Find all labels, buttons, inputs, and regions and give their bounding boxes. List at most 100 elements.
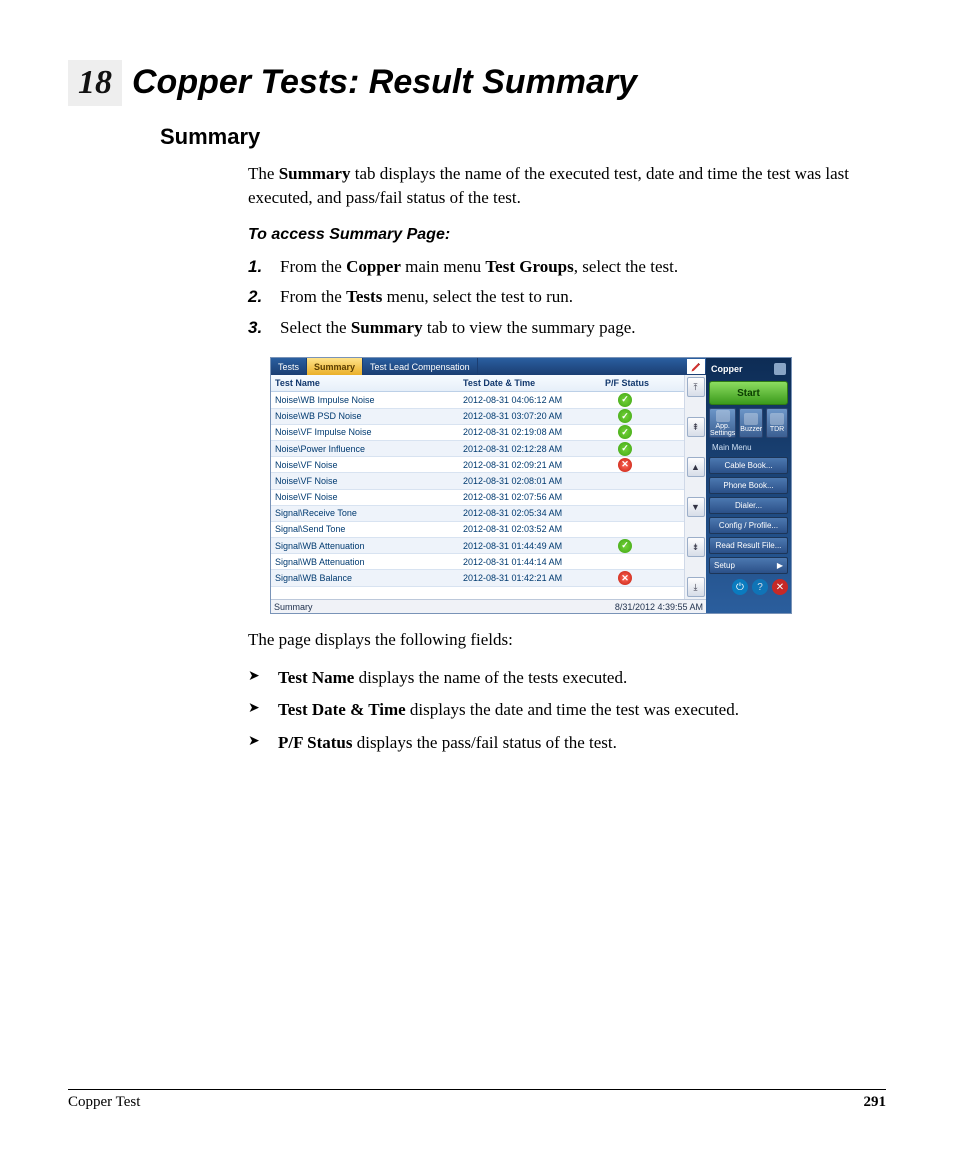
buzzer-button[interactable]: Buzzer [739, 408, 763, 438]
step-2-text2: menu, select the test to run. [382, 287, 573, 306]
table-row[interactable]: Signal\WB Attenuation2012-08-31 01:44:49… [271, 538, 684, 554]
table-row[interactable]: Noise\VF Noise2012-08-31 02:08:01 AM [271, 473, 684, 489]
scroll-top-icon[interactable]: ⤒ [687, 377, 705, 397]
step-1: From the Copper main menu Test Groups, s… [248, 252, 858, 283]
menu-heading: Main Menu [709, 441, 788, 454]
buzzer-label: Buzzer [740, 426, 762, 433]
cell-test-name: Noise\WB Impulse Noise [271, 395, 459, 405]
intro-bold: Summary [279, 164, 351, 183]
scroll-bottom-icon[interactable]: ⤓ [687, 577, 705, 597]
cell-test-date: 2012-08-31 02:05:34 AM [459, 508, 595, 518]
statusbar-right: 8/31/2012 4:39:55 AM [615, 602, 703, 612]
pass-icon: ✓ [618, 539, 632, 553]
cell-test-name: Noise\WB PSD Noise [271, 411, 459, 421]
section-title: Summary [160, 124, 886, 150]
tdr-label: TDR [770, 426, 784, 433]
menu-cable-book[interactable]: Cable Book... [709, 457, 788, 474]
close-icon[interactable]: ✕ [772, 579, 788, 595]
cell-pf-status: ✕ [595, 458, 659, 472]
cell-test-date: 2012-08-31 02:19:08 AM [459, 427, 595, 437]
cell-pf-status: ✓ [595, 539, 659, 553]
cell-test-date: 2012-08-31 02:07:56 AM [459, 492, 595, 502]
side-title: Copper [711, 364, 743, 374]
table-row[interactable]: Noise\VF Noise2012-08-31 02:09:21 AM✕ [271, 457, 684, 473]
menu-phone-book[interactable]: Phone Book... [709, 477, 788, 494]
tdr-icon [770, 413, 784, 425]
cell-test-date: 2012-08-31 02:12:28 AM [459, 444, 595, 454]
fields-intro: The page displays the following fields: [248, 628, 858, 652]
menu-config-profile[interactable]: Config / Profile... [709, 517, 788, 534]
gear-icon[interactable] [774, 363, 786, 375]
field-2-text: displays the date and time the test was … [406, 700, 739, 719]
app-settings-button[interactable]: App. Settings [709, 408, 736, 438]
field-item-pf-status: P/F Status displays the pass/fail status… [248, 727, 858, 759]
device-screenshot: Tests Summary Test Lead Compensation Tes… [270, 357, 792, 614]
field-1-text: displays the name of the tests executed. [354, 668, 627, 687]
cell-test-name: Signal\Receive Tone [271, 508, 459, 518]
scrollbar[interactable]: ⤒ ⇞ ▲ ▼ ⇟ ⤓ [684, 375, 706, 599]
col-test-name: Test Name [271, 378, 459, 388]
field-2-bold: Test Date & Time [278, 700, 406, 719]
intro-paragraph: The Summary tab displays the name of the… [248, 162, 858, 210]
step-3: Select the Summary tab to view the summa… [248, 313, 858, 344]
cell-test-name: Noise\VF Noise [271, 476, 459, 486]
help-icon[interactable]: ? [752, 579, 768, 595]
edit-icon[interactable] [687, 359, 705, 374]
intro-text: The [248, 164, 279, 183]
cell-test-date: 2012-08-31 02:03:52 AM [459, 524, 595, 534]
cell-test-name: Signal\WB Attenuation [271, 557, 459, 567]
scroll-up-icon[interactable]: ▲ [687, 457, 705, 477]
menu-read-result-file[interactable]: Read Result File... [709, 537, 788, 554]
cell-pf-status: ✕ [595, 571, 659, 585]
table-row[interactable]: Signal\WB Balance2012-08-31 01:42:21 AM✕ [271, 570, 684, 586]
field-item-test-name: Test Name displays the name of the tests… [248, 662, 858, 694]
step-2: From the Tests menu, select the test to … [248, 282, 858, 313]
field-item-test-date: Test Date & Time displays the date and t… [248, 694, 858, 726]
table-row[interactable]: Noise\WB Impulse Noise2012-08-31 04:06:1… [271, 392, 684, 408]
field-3-bold: P/F Status [278, 733, 352, 752]
task-heading: To access Summary Page: [248, 226, 858, 244]
pass-icon: ✓ [618, 425, 632, 439]
cell-test-name: Signal\Send Tone [271, 524, 459, 534]
scroll-page-up-icon[interactable]: ⇞ [687, 417, 705, 437]
step-1-text: From the [280, 257, 346, 276]
step-2-text: From the [280, 287, 346, 306]
tab-test-lead-compensation[interactable]: Test Lead Compensation [363, 358, 478, 375]
table-row[interactable]: Noise\VF Noise2012-08-31 02:07:56 AM [271, 490, 684, 506]
tdr-button[interactable]: TDR [766, 408, 788, 438]
tab-summary[interactable]: Summary [307, 358, 363, 375]
tab-tests[interactable]: Tests [271, 358, 307, 375]
cell-pf-status: ✓ [595, 442, 659, 456]
fail-icon: ✕ [618, 458, 632, 472]
col-pf-status: P/F Status [595, 378, 659, 388]
footer-rule [68, 1089, 886, 1090]
table-row[interactable]: Signal\Send Tone2012-08-31 02:03:52 AM [271, 522, 684, 538]
scroll-down-icon[interactable]: ▼ [687, 497, 705, 517]
cell-test-date: 2012-08-31 01:42:21 AM [459, 573, 595, 583]
step-1-text3: , select the test. [574, 257, 678, 276]
field-3-text: displays the pass/fail status of the tes… [352, 733, 616, 752]
cell-test-name: Signal\WB Attenuation [271, 541, 459, 551]
table-row[interactable]: Signal\Receive Tone2012-08-31 02:05:34 A… [271, 506, 684, 522]
pass-icon: ✓ [618, 393, 632, 407]
power-icon[interactable]: ⏻ [732, 579, 748, 595]
cell-pf-status: ✓ [595, 409, 659, 423]
field-1-bold: Test Name [278, 668, 354, 687]
menu-dialer[interactable]: Dialer... [709, 497, 788, 514]
chapter-number: 18 [68, 60, 122, 106]
footer-left: Copper Test [68, 1094, 140, 1111]
step-3-text: Select the [280, 318, 351, 337]
table-row[interactable]: Signal\WB Attenuation2012-08-31 01:44:14… [271, 554, 684, 570]
cell-test-name: Noise\VF Noise [271, 460, 459, 470]
col-test-date: Test Date & Time [459, 378, 595, 388]
start-button[interactable]: Start [709, 381, 788, 405]
cell-test-name: Noise\VF Impulse Noise [271, 427, 459, 437]
menu-setup[interactable]: Setup ▶ [709, 557, 788, 574]
scroll-page-down-icon[interactable]: ⇟ [687, 537, 705, 557]
table-row[interactable]: Noise\Power Influence2012-08-31 02:12:28… [271, 441, 684, 457]
cell-test-name: Noise\Power Influence [271, 444, 459, 454]
table-row[interactable]: Noise\WB PSD Noise2012-08-31 03:07:20 AM… [271, 409, 684, 425]
cell-test-name: Noise\VF Noise [271, 492, 459, 502]
table-row[interactable]: Noise\VF Impulse Noise2012-08-31 02:19:0… [271, 425, 684, 441]
cell-test-date: 2012-08-31 02:08:01 AM [459, 476, 595, 486]
